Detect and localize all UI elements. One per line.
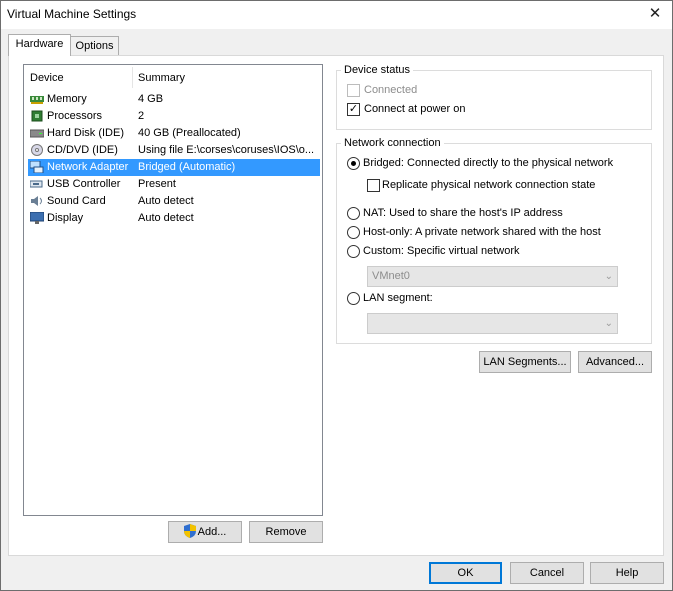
chevron-down-icon: ⌄ [604, 318, 613, 329]
network-connection-title: Network connection [341, 137, 444, 149]
sound-card-icon [30, 195, 44, 207]
bridged-radio[interactable] [347, 157, 360, 170]
device-name: Display [47, 212, 84, 224]
window-title: Virtual Machine Settings [7, 7, 137, 21]
device-summary: Auto detect [138, 195, 194, 207]
device-summary: Auto detect [138, 212, 194, 224]
shield-icon [183, 524, 196, 545]
lan-segment-select[interactable]: ⌄ [367, 313, 618, 334]
connect-at-power-on-label[interactable]: Connect at power on [364, 103, 466, 115]
device-status-group [336, 70, 652, 130]
tab-hardware[interactable]: Hardware [8, 34, 71, 56]
device-name: CD/DVD (IDE) [47, 144, 118, 156]
device-summary: 4 GB [138, 93, 164, 105]
close-button[interactable]: ✕ [638, 1, 672, 29]
nat-radio[interactable] [347, 207, 360, 220]
device-list[interactable]: Device Summary Memory 4 GB Processors 2 … [23, 64, 323, 516]
device-summary: Bridged (Automatic) [138, 161, 236, 173]
connected-label[interactable]: Connected [364, 84, 417, 96]
lan-segments-button[interactable]: LAN Segments... [479, 351, 571, 373]
replicate-label[interactable]: Replicate physical network connection st… [382, 179, 595, 191]
device-name: Sound Card [47, 195, 106, 207]
device-name: Memory [47, 93, 87, 105]
device-row-sound-card[interactable]: Sound Card Auto detect [28, 193, 320, 210]
host-only-radio[interactable] [347, 226, 360, 239]
custom-radio[interactable] [347, 245, 360, 258]
connect-at-power-on-checkbox[interactable]: ✓ [347, 103, 360, 116]
device-status-title: Device status [341, 64, 414, 76]
nat-label[interactable]: NAT: Used to share the host's IP address [363, 207, 563, 219]
device-row-network-adapter[interactable]: Network Adapter Bridged (Automatic) [28, 159, 320, 176]
device-row-cd-dvd[interactable]: CD/DVD (IDE) Using file E:\corses\coruse… [28, 142, 320, 159]
remove-button[interactable]: Remove [249, 521, 323, 543]
device-row-usb-controller[interactable]: USB Controller Present [28, 176, 320, 193]
device-row-display[interactable]: Display Auto detect [28, 210, 320, 227]
host-only-label[interactable]: Host-only: A private network shared with… [363, 226, 601, 238]
title-bar: Virtual Machine Settings ✕ [1, 1, 672, 29]
processor-icon [30, 110, 44, 122]
tab-options[interactable]: Options [70, 36, 119, 56]
dialog-window: Virtual Machine Settings ✕ Hardware Opti… [0, 0, 673, 591]
device-name: Network Adapter [47, 161, 129, 173]
device-summary: 2 [138, 110, 145, 122]
replicate-checkbox[interactable] [367, 179, 380, 192]
advanced-button[interactable]: Advanced... [578, 351, 652, 373]
ok-button[interactable]: OK [429, 562, 502, 584]
device-row-memory[interactable]: Memory 4 GB [28, 91, 320, 108]
vmnet-select-value: VMnet0 [372, 270, 410, 282]
vmnet-select[interactable]: VMnet0 ⌄ [367, 266, 618, 287]
column-separator[interactable] [132, 67, 133, 88]
custom-label[interactable]: Custom: Specific virtual network [363, 245, 520, 257]
add-button[interactable]: Add... [168, 521, 242, 543]
lan-segment-label[interactable]: LAN segment: [363, 292, 433, 304]
device-summary: Present [138, 178, 176, 190]
device-row-hard-disk[interactable]: Hard Disk (IDE) 40 GB (Preallocated) [28, 125, 320, 142]
column-header-device[interactable]: Device [30, 72, 64, 84]
device-summary: 40 GB (Preallocated) [138, 127, 241, 139]
cd-dvd-icon [30, 144, 44, 156]
network-adapter-icon [29, 160, 44, 174]
device-name: Hard Disk (IDE) [47, 127, 125, 139]
device-name: Processors [47, 110, 103, 122]
bridged-label[interactable]: Bridged: Connected directly to the physi… [363, 157, 613, 169]
memory-icon [30, 93, 44, 105]
device-name: USB Controller [47, 178, 121, 190]
chevron-down-icon: ⌄ [604, 271, 613, 282]
device-summary: Using file E:\corses\coruses\IOS\o... [138, 144, 315, 156]
add-button-label: Add... [197, 526, 227, 538]
display-icon [29, 211, 45, 224]
connected-checkbox[interactable] [347, 84, 360, 97]
help-button[interactable]: Help [590, 562, 664, 584]
device-row-processors[interactable]: Processors 2 [28, 108, 320, 125]
lan-segment-radio[interactable] [347, 292, 360, 305]
usb-icon [29, 178, 44, 190]
column-header-summary[interactable]: Summary [138, 72, 185, 84]
hard-disk-icon [29, 127, 45, 139]
cancel-button[interactable]: Cancel [510, 562, 584, 584]
